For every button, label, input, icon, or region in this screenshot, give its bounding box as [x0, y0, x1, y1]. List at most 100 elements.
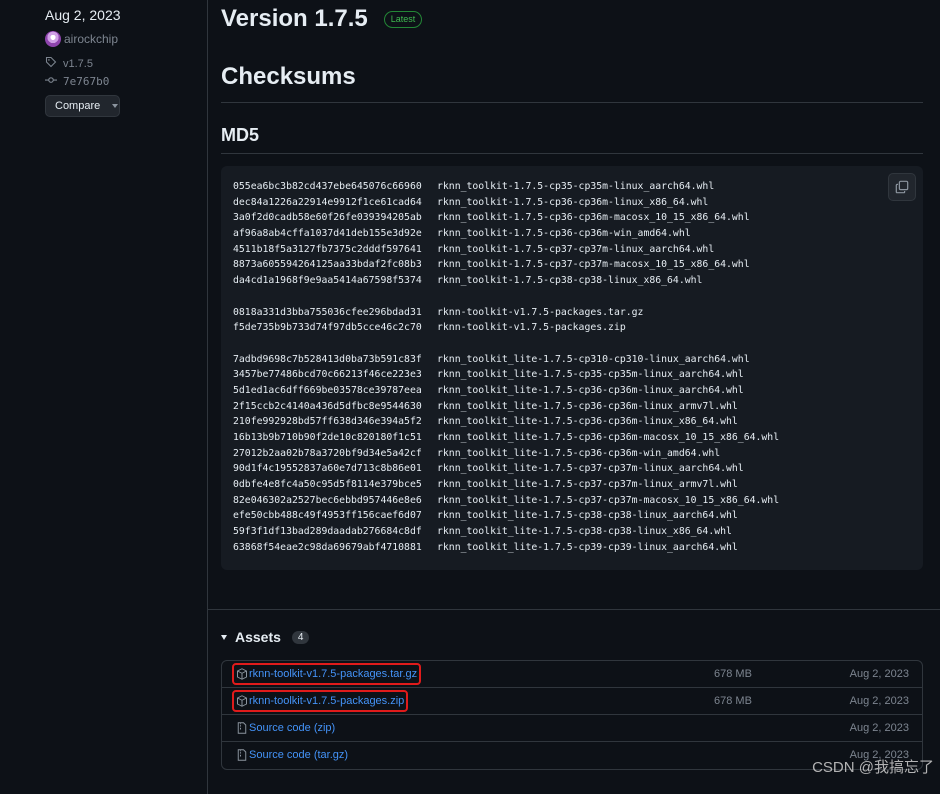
commit-sha[interactable]: 7e767b0	[63, 75, 109, 88]
checksum-hash: 0dbfe4e8fc4a50c95d5f8114e379bce5	[233, 479, 422, 491]
checksum-line: 2f15ccb2c4140a436d5dfbc8e9544630 rknn_too…	[233, 399, 923, 415]
checksum-filename: rknn_toolkit-1.7.5-cp35-cp35m-linux_aarc…	[437, 181, 715, 192]
asset-row: Source code (zip) Aug 2, 2023	[222, 715, 922, 742]
asset-name[interactable]: Source code (tar.gz)	[249, 749, 348, 761]
asset-date: Aug 2, 2023	[849, 722, 909, 734]
checksum-lines: 055ea6bc3b82cd437ebe645076c66960 rknn_too…	[233, 179, 923, 556]
checksum-line: 0818a331d3bba755036cfee296bdad31 rknn-too…	[233, 305, 923, 321]
asset-link[interactable]: rknn-toolkit-v1.7.5-packages.zip	[231, 690, 409, 712]
release-tag[interactable]: v1.7.5	[45, 56, 93, 71]
checksums-heading: Checksums	[221, 63, 356, 90]
asset-name[interactable]: rknn-toolkit-v1.7.5-packages.tar.gz	[249, 668, 417, 680]
asset-link[interactable]: rknn-toolkit-v1.7.5-packages.tar.gz	[231, 663, 422, 685]
release-header: Version 1.7.5 Latest	[221, 5, 423, 33]
checksum-line: 4511b18f5a3127fb7375c2dddf597641 rknn_too…	[233, 242, 923, 258]
checksum-hash: 055ea6bc3b82cd437ebe645076c66960	[233, 181, 422, 192]
assets-list: rknn-toolkit-v1.7.5-packages.tar.gz 678 M…	[221, 660, 923, 770]
checksum-line: efe50cbb488c49f4953ff156caef6d07 rknn_too…	[233, 508, 923, 524]
compare-button[interactable]: Compare	[45, 95, 120, 117]
checksum-filename: rknn_toolkit_lite-1.7.5-cp38-cp38-linux_…	[437, 526, 732, 538]
checksum-filename: rknn_toolkit-1.7.5-cp37-cp37m-macosx_10_…	[437, 259, 750, 271]
md5-heading: MD5	[221, 125, 260, 145]
checksum-hash: 16b13b9b710b90f2de10c820180f1c51	[233, 432, 422, 443]
checksum-hash: 210fe992928bd57ff638d346e394a5f2	[233, 416, 422, 428]
checksum-hash: dec84a1226a22914e9912f1ce61cad64	[233, 196, 422, 208]
package-icon	[236, 695, 248, 707]
checksum-hash: 4511b18f5a3127fb7375c2dddf597641	[233, 243, 422, 255]
divider	[221, 102, 923, 103]
checksum-hash: 3a0f2d0cadb58e60f26fe039394205ab	[233, 212, 422, 224]
checksum-line: da4cd1a1968f9e9aa5414a67598f5374 rknn_too…	[233, 273, 923, 289]
checksum-line: 82e046302a2527bec6ebbd957446e8e6 rknn_too…	[233, 493, 923, 509]
checksum-hash: af96a8ab4cffa1037d41deb155e3d92e	[233, 228, 422, 240]
package-icon	[236, 668, 248, 680]
asset-row: rknn-toolkit-v1.7.5-packages.tar.gz 678 M…	[222, 661, 922, 688]
checksum-hash: efe50cbb488c49f4953ff156caef6d07	[233, 510, 422, 522]
checksum-filename: rknn_toolkit_lite-1.7.5-cp37-cp37m-linux…	[437, 479, 738, 491]
file-zip-icon	[236, 749, 248, 761]
watermark: CSDN @我搞忘了	[812, 759, 934, 776]
asset-date: Aug 2, 2023	[849, 668, 909, 680]
checksum-hash: 2f15ccb2c4140a436d5dfbc8e9544630	[233, 400, 422, 412]
avatar[interactable]	[45, 31, 61, 47]
checksum-line: 210fe992928bd57ff638d346e394a5f2 rknn_too…	[233, 414, 923, 430]
tag-label[interactable]: v1.7.5	[63, 58, 93, 70]
checksum-filename: rknn_toolkit-1.7.5-cp37-cp37m-linux_aarc…	[437, 243, 715, 255]
asset-link[interactable]: Source code (zip)	[234, 719, 337, 737]
checksum-hash: 82e046302a2527bec6ebbd957446e8e6	[233, 494, 422, 506]
checksum-filename: rknn_toolkit_lite-1.7.5-cp38-cp38-linux_…	[437, 510, 738, 522]
asset-size: 678 MB	[714, 695, 752, 707]
checksum-filename: rknn_toolkit_lite-1.7.5-cp39-cp39-linux_…	[437, 541, 738, 553]
checksum-line: f5de735b9b733d74f97db5cce46c2c70 rknn-too…	[233, 320, 923, 336]
asset-name[interactable]: rknn-toolkit-v1.7.5-packages.zip	[249, 695, 404, 707]
asset-link[interactable]: Source code (tar.gz)	[234, 746, 350, 764]
checksum-line: 27012b2aa02b78a3720bf9d34e5a42cf rknn_too…	[233, 446, 923, 462]
release-title[interactable]: Version 1.7.5	[221, 5, 368, 33]
checksum-line: 7adbd9698c7b528413d0ba73b591c83f rknn_too…	[233, 352, 923, 368]
author-name[interactable]: airockchip	[64, 32, 118, 46]
release-commit[interactable]: 7e767b0	[45, 74, 109, 89]
checksum-filename: rknn_toolkit_lite-1.7.5-cp36-cp36m-linux…	[437, 400, 738, 412]
checksum-line: 0dbfe4e8fc4a50c95d5f8114e379bce5 rknn_too…	[233, 477, 923, 493]
tag-icon	[45, 56, 57, 71]
checksum-line: 3a0f2d0cadb58e60f26fe039394205ab rknn_too…	[233, 210, 923, 226]
asset-size: 678 MB	[714, 668, 752, 680]
checksum-filename: rknn_toolkit_lite-1.7.5-cp36-cp36m-linux…	[437, 416, 738, 428]
checksum-hash: f5de735b9b733d74f97db5cce46c2c70	[233, 322, 422, 334]
checksum-hash: 90d1f4c19552837a60e7d713c8b86e01	[233, 463, 422, 475]
checksum-line: 90d1f4c19552837a60e7d713c8b86e01 rknn_too…	[233, 461, 923, 477]
checksum-filename: rknn_toolkit_lite-1.7.5-cp37-cp37m-macos…	[437, 494, 780, 506]
checksum-filename: rknn_toolkit-1.7.5-cp36-cp36m-linux_x86_…	[437, 196, 709, 208]
asset-name[interactable]: Source code (zip)	[249, 722, 335, 734]
copy-button[interactable]	[888, 173, 916, 201]
checksum-filename: rknn_toolkit-1.7.5-cp38-cp38-linux_x86_6…	[437, 275, 703, 287]
checksum-filename: rknn-toolkit-v1.7.5-packages.zip	[437, 322, 626, 334]
triangle-down-icon	[221, 634, 227, 640]
checksum-code-block: 055ea6bc3b82cd437ebe645076c66960 rknn_too…	[221, 166, 923, 570]
checksum-filename: rknn_toolkit-1.7.5-cp36-cp36m-macosx_10_…	[437, 212, 750, 224]
file-zip-icon	[236, 722, 248, 734]
checksum-hash: 63868f54eae2c98da69679abf4710881	[233, 541, 422, 553]
asset-row: rknn-toolkit-v1.7.5-packages.zip 678 MB Au…	[222, 688, 922, 715]
latest-badge: Latest	[383, 10, 423, 28]
checksum-line: 59f3f1df13bad289daadab276684c8df rknn_too…	[233, 524, 923, 540]
checksum-hash: 8873a605594264125aa33bdaf2fc08b3	[233, 259, 422, 271]
assets-heading[interactable]: Assets	[235, 629, 281, 645]
checksum-line: 5d1ed1ac6dff669be03578ce39787eea rknn_too…	[233, 383, 923, 399]
copy-icon	[895, 180, 909, 194]
release-date: Aug 2, 2023	[45, 7, 121, 23]
checksum-line: 8873a605594264125aa33bdaf2fc08b3 rknn_too…	[233, 257, 923, 273]
checksum-filename: rknn_toolkit_lite-1.7.5-cp37-cp37m-linux…	[437, 463, 744, 475]
release-author[interactable]: airockchip	[45, 31, 118, 47]
checksum-filename: rknn_toolkit-1.7.5-cp36-cp36m-win_amd64.…	[437, 228, 691, 240]
checksum-line: 16b13b9b710b90f2de10c820180f1c51 rknn_too…	[233, 430, 923, 446]
compare-label: Compare	[55, 100, 101, 112]
assets-toggle[interactable]: Assets 4	[221, 629, 310, 645]
checksum-filename: rknn_toolkit_lite-1.7.5-cp36-cp36m-win_a…	[437, 447, 721, 459]
checksum-hash: da4cd1a1968f9e9aa5414a67598f5374	[233, 275, 422, 287]
checksum-line: 055ea6bc3b82cd437ebe645076c66960 rknn_too…	[233, 179, 923, 195]
checksum-hash: 3457be77486bcd70c66213f46ce223e3	[233, 369, 422, 381]
checksum-hash: 27012b2aa02b78a3720bf9d34e5a42cf	[233, 447, 422, 459]
